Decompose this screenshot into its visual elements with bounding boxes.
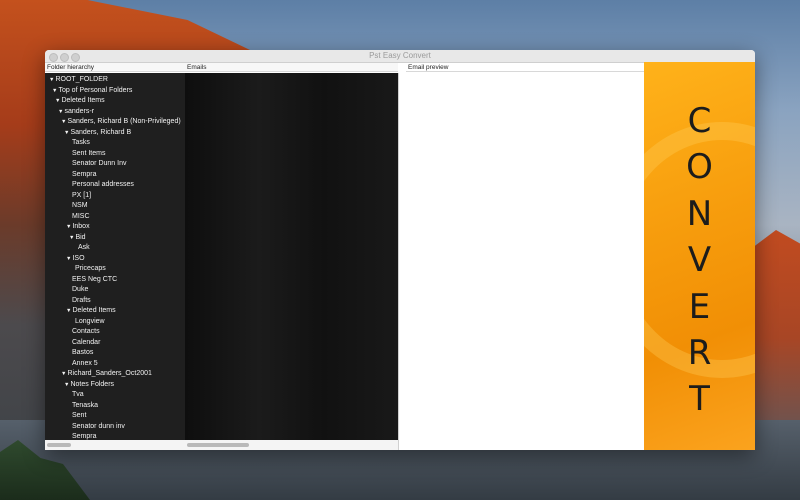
- expand-triangle-icon[interactable]: ▼: [64, 130, 69, 136]
- tree-item-tasks[interactable]: Tasks: [72, 138, 90, 148]
- tree-item-drafts[interactable]: Drafts: [72, 296, 91, 306]
- tree-item-root-folder[interactable]: ▼ROOT_FOLDER: [49, 75, 108, 85]
- convert-letter: R: [687, 333, 712, 373]
- tree-item-ees-neg-ctc[interactable]: EES Neg CTC: [72, 275, 117, 285]
- convert-letter: O: [686, 147, 713, 187]
- convert-letter: C: [687, 101, 712, 141]
- expand-triangle-icon[interactable]: ▼: [52, 88, 57, 94]
- tree-item-notes-folders[interactable]: ▼Notes Folders: [64, 380, 114, 390]
- tree-item-richard-sanders-oct2001[interactable]: ▼Richard_Sanders_Oct2001: [61, 369, 152, 379]
- tree-item-senator-dunn-inv-2[interactable]: Senator dunn inv: [72, 422, 125, 432]
- convert-button[interactable]: C O N V E R T: [644, 62, 755, 450]
- tree-item-inbox[interactable]: ▼Inbox: [66, 222, 90, 232]
- tree-item-px[interactable]: PX [1]: [72, 191, 91, 201]
- tree-item-bastos[interactable]: Bastos: [72, 348, 93, 358]
- tree-item-ask[interactable]: Ask: [78, 243, 90, 253]
- expand-triangle-icon[interactable]: ▼: [69, 235, 74, 241]
- tree-item-bid[interactable]: ▼Bid: [69, 233, 86, 243]
- scrollbar-thumb[interactable]: [47, 443, 71, 447]
- tree-item-deleted-items-2[interactable]: ▼Deleted Items: [66, 306, 116, 316]
- folder-hierarchy-header: Folder hierarchy: [45, 63, 185, 72]
- window-title: Pst Easy Convert: [369, 51, 431, 60]
- folder-tree[interactable]: ▼ROOT_FOLDER ▼Top of Personal Folders ▼D…: [45, 73, 185, 440]
- expand-triangle-icon[interactable]: ▼: [55, 98, 60, 104]
- tree-item-sempra-2[interactable]: Sempra: [72, 432, 97, 440]
- expand-triangle-icon[interactable]: ▼: [66, 224, 71, 230]
- expand-triangle-icon[interactable]: ▼: [61, 371, 66, 377]
- tree-item-calendar[interactable]: Calendar: [72, 338, 100, 348]
- scrollbar-thumb[interactable]: [187, 443, 249, 447]
- tree-item-sent[interactable]: Sent: [72, 411, 86, 421]
- folder-horizontal-scrollbar[interactable]: [45, 440, 185, 450]
- expand-triangle-icon[interactable]: ▼: [58, 109, 63, 115]
- email-preview-pane[interactable]: [398, 73, 645, 450]
- tree-item-longview[interactable]: Longview: [75, 317, 105, 327]
- tree-item-tva[interactable]: Tva: [72, 390, 84, 400]
- expand-triangle-icon[interactable]: ▼: [66, 256, 71, 262]
- tree-item-nsm[interactable]: NSM: [72, 201, 88, 211]
- tree-item-duke[interactable]: Duke: [72, 285, 88, 295]
- expand-triangle-icon[interactable]: ▼: [64, 382, 69, 388]
- convert-letter: T: [689, 379, 710, 419]
- tree-item-personal-addresses[interactable]: Personal addresses: [72, 180, 134, 190]
- tree-item-contacts[interactable]: Contacts: [72, 327, 100, 337]
- tree-item-pricecaps[interactable]: Pricecaps: [75, 264, 106, 274]
- tree-item-sempra[interactable]: Sempra: [72, 170, 97, 180]
- tree-item-annex-5[interactable]: Annex 5: [72, 359, 98, 369]
- emails-list[interactable]: [185, 73, 398, 440]
- expand-triangle-icon[interactable]: ▼: [61, 119, 66, 125]
- convert-letter: V: [687, 240, 712, 280]
- emails-header: Emails: [185, 63, 398, 72]
- tree-item-sent-items[interactable]: Sent Items: [72, 149, 105, 159]
- tree-item-sanders-richard-b[interactable]: ▼Sanders, Richard B: [64, 128, 131, 138]
- email-preview-header: Email preview: [406, 63, 644, 72]
- tree-item-sanders-r[interactable]: ▼sanders-r: [58, 107, 94, 117]
- tree-item-misc[interactable]: MISC: [72, 212, 90, 222]
- tree-item-iso[interactable]: ▼ISO: [66, 254, 85, 264]
- expand-triangle-icon[interactable]: ▼: [49, 77, 54, 83]
- emails-horizontal-scrollbar[interactable]: [185, 440, 398, 450]
- app-window: Pst Easy Convert Folder hierarchy Emails…: [45, 50, 755, 450]
- tree-item-deleted-items[interactable]: ▼Deleted Items: [55, 96, 105, 106]
- expand-triangle-icon[interactable]: ▼: [66, 308, 71, 314]
- convert-letter: E: [688, 287, 711, 327]
- tree-item-top-of-personal-folders[interactable]: ▼Top of Personal Folders: [52, 86, 132, 96]
- tree-item-senator-dunn-inv[interactable]: Senator Dunn Inv: [72, 159, 126, 169]
- tree-item-sanders-non-privileged[interactable]: ▼Sanders, Richard B (Non-Privileged): [61, 117, 181, 127]
- tree-item-tenaska[interactable]: Tenaska: [72, 401, 98, 411]
- convert-letter: N: [686, 194, 713, 234]
